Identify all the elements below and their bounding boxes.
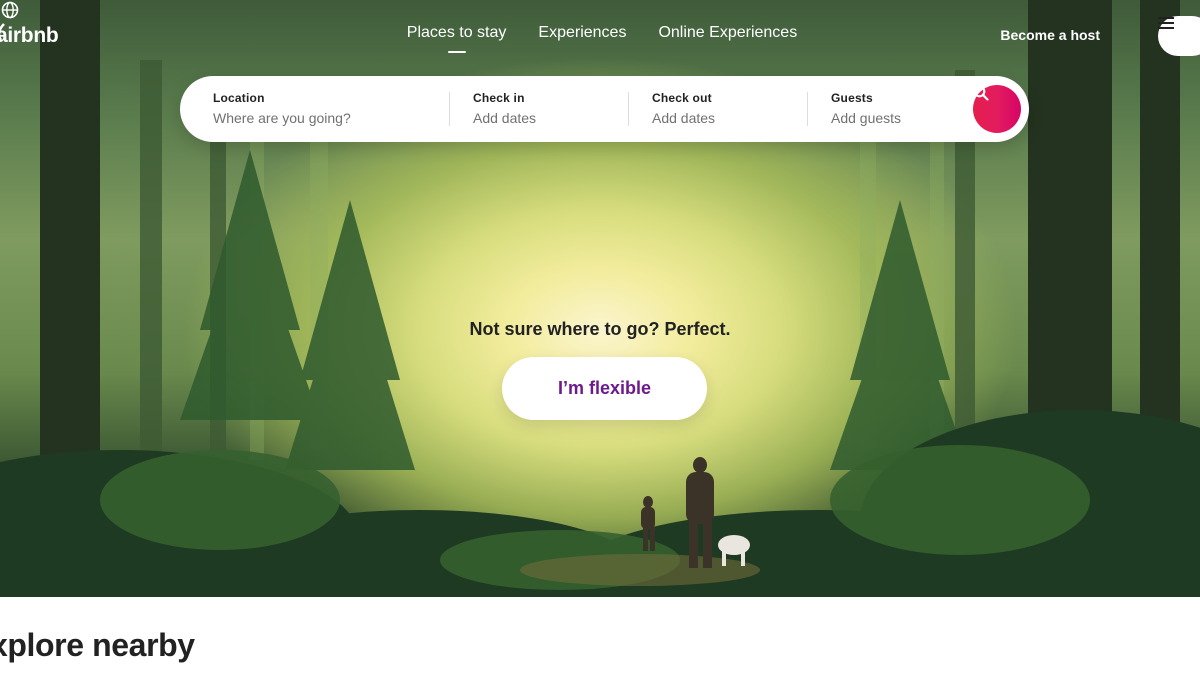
check-in-input[interactable]: Add dates — [473, 110, 536, 126]
explore-nearby-heading: xplore nearby — [0, 627, 195, 663]
check-out-label: Check out — [652, 91, 712, 105]
check-in-field[interactable]: Check in Add dates — [473, 91, 536, 126]
guests-label: Guests — [831, 91, 873, 105]
location-input[interactable]: Where are you going? — [213, 110, 351, 126]
page: airbnb Places to stay Experiences Online… — [0, 0, 1200, 675]
tab-online-experiences[interactable]: Online Experiences — [658, 24, 797, 42]
search-bar: Location Where are you going? Check in A… — [180, 76, 1029, 142]
divider — [628, 92, 629, 126]
check-out-input[interactable]: Add dates — [652, 110, 715, 126]
check-out-field[interactable]: Check out Add dates — [652, 91, 715, 126]
hero-prompt: Not sure where to go? Perfect. — [469, 319, 731, 339]
hero-banner: airbnb Places to stay Experiences Online… — [0, 0, 1200, 597]
divider — [807, 92, 808, 126]
check-in-label: Check in — [473, 91, 525, 105]
hamburger-menu-icon — [1158, 17, 1174, 29]
top-navigation: airbnb Places to stay Experiences Online… — [0, 0, 1200, 72]
search-button[interactable] — [973, 85, 1021, 133]
tab-places-to-stay[interactable]: Places to stay — [407, 24, 506, 53]
search-icon — [973, 85, 989, 101]
location-field[interactable]: Location Where are you going? — [213, 91, 351, 126]
globe-icon[interactable] — [0, 0, 20, 20]
location-label: Location — [213, 91, 265, 105]
divider — [449, 92, 450, 126]
guests-input[interactable]: Add guests — [831, 110, 901, 126]
guests-field[interactable]: Guests Add guests — [831, 91, 901, 126]
tab-experiences[interactable]: Experiences — [538, 24, 626, 42]
become-a-host-link[interactable]: Become a host — [1000, 27, 1100, 43]
user-menu-button[interactable] — [1158, 16, 1200, 56]
im-flexible-button[interactable]: I’m flexible — [502, 357, 707, 420]
